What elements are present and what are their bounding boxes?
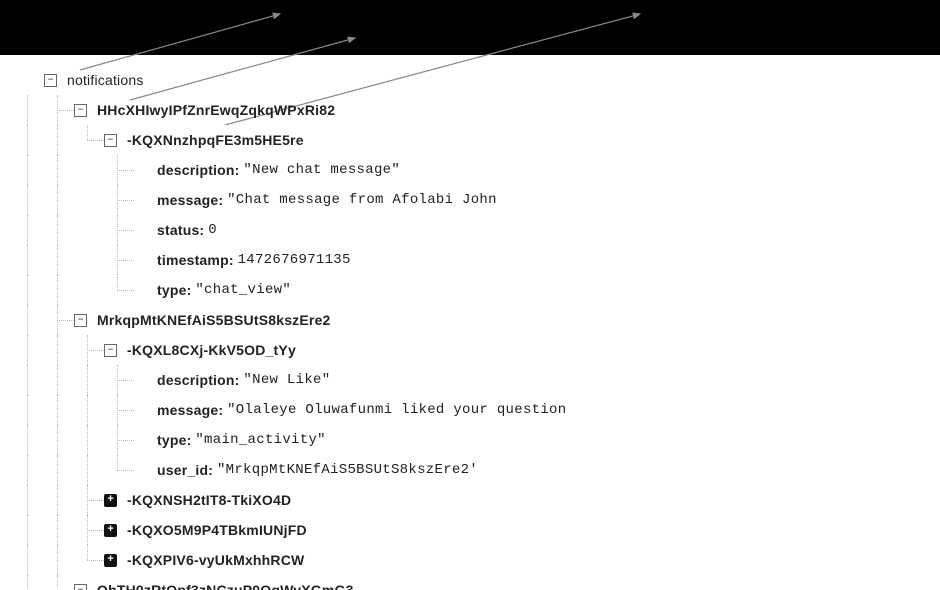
leaf-status[interactable]: status: 0 <box>14 215 940 245</box>
key-label: -KQXPIV6-vyUkMxhhRCW <box>127 552 304 568</box>
leaf-value: "MrkqpMtKNEfAiS5BSUtS8kszEre2' <box>217 462 478 478</box>
node-user-3[interactable]: – QhTH0zRtOpf3zNCzuP0OgWyXGmG3 <box>14 575 940 590</box>
leaf-type[interactable]: type: "main_activity" <box>14 425 940 455</box>
leaf-key: description: <box>157 372 240 388</box>
node-user-1[interactable]: – HHcXHIwyIPfZnrEwqZqkqWPxRi82 <box>14 95 940 125</box>
leaf-value: "chat_view" <box>195 282 291 298</box>
key-label: HHcXHIwyIPfZnrEwqZqkqWPxRi82 <box>97 102 335 118</box>
node-user2-child[interactable]: – -KQXL8CXj-KkV5OD_tYy <box>14 335 940 365</box>
leaf-key: message: <box>157 402 223 418</box>
leaf-key: timestamp: <box>157 252 234 268</box>
expand-icon[interactable]: + <box>104 554 117 567</box>
collapse-icon[interactable]: – <box>74 314 87 327</box>
collapse-icon[interactable]: – <box>74 584 87 590</box>
expand-icon[interactable]: + <box>104 494 117 507</box>
leaf-key: status: <box>157 222 204 238</box>
collapse-icon[interactable]: – <box>104 344 117 357</box>
leaf-key: user_id: <box>157 462 213 478</box>
leaf-message[interactable]: message: "Chat message from Afolabi John <box>14 185 940 215</box>
leaf-key: description: <box>157 162 240 178</box>
tree-root: – notifications – HHcXHIwyIPfZnrEwqZqkqW… <box>0 55 940 590</box>
leaf-type[interactable]: type: "chat_view" <box>14 275 940 305</box>
leaf-value: 0 <box>208 222 217 238</box>
key-label: -KQXL8CXj-KkV5OD_tYy <box>127 342 296 358</box>
leaf-key: type: <box>157 432 191 448</box>
leaf-value: "Olaleye Oluwafunmi liked your question <box>227 402 566 418</box>
node-collapsed[interactable]: + -KQXNSH2tIT8-TkiXO4D <box>14 485 940 515</box>
collapse-icon[interactable]: – <box>44 74 57 87</box>
node-notifications[interactable]: – notifications <box>14 65 940 95</box>
leaf-message[interactable]: message: "Olaleye Oluwafunmi liked your … <box>14 395 940 425</box>
key-label: -KQXNnzhpqFE3m5HE5re <box>127 132 304 148</box>
collapse-icon[interactable]: – <box>74 104 87 117</box>
collapse-icon[interactable]: – <box>104 134 117 147</box>
key-label: notifications <box>67 72 144 88</box>
node-user1-child[interactable]: – -KQXNnzhpqFE3m5HE5re <box>14 125 940 155</box>
leaf-value: "main_activity" <box>195 432 326 448</box>
top-black-bar <box>0 0 940 55</box>
leaf-value: "New chat message" <box>243 162 400 178</box>
leaf-key: type: <box>157 282 191 298</box>
leaf-description[interactable]: description: "New Like" <box>14 365 940 395</box>
leaf-user-id[interactable]: user_id: "MrkqpMtKNEfAiS5BSUtS8kszEre2' <box>14 455 940 485</box>
expand-icon[interactable]: + <box>104 524 117 537</box>
key-label: QhTH0zRtOpf3zNCzuP0OgWyXGmG3 <box>97 582 354 590</box>
leaf-value: "New Like" <box>243 372 330 388</box>
key-label: -KQXO5M9P4TBkmIUNjFD <box>127 522 307 538</box>
leaf-key: message: <box>157 192 223 208</box>
node-user-2[interactable]: – MrkqpMtKNEfAiS5BSUtS8kszEre2 <box>14 305 940 335</box>
node-collapsed[interactable]: + -KQXO5M9P4TBkmIUNjFD <box>14 515 940 545</box>
key-label: MrkqpMtKNEfAiS5BSUtS8kszEre2 <box>97 312 331 328</box>
leaf-value: "Chat message from Afolabi John <box>227 192 497 208</box>
leaf-value: 1472676971135 <box>238 252 351 268</box>
leaf-description[interactable]: description: "New chat message" <box>14 155 940 185</box>
key-label: -KQXNSH2tIT8-TkiXO4D <box>127 492 291 508</box>
node-collapsed[interactable]: + -KQXPIV6-vyUkMxhhRCW <box>14 545 940 575</box>
leaf-timestamp[interactable]: timestamp: 1472676971135 <box>14 245 940 275</box>
